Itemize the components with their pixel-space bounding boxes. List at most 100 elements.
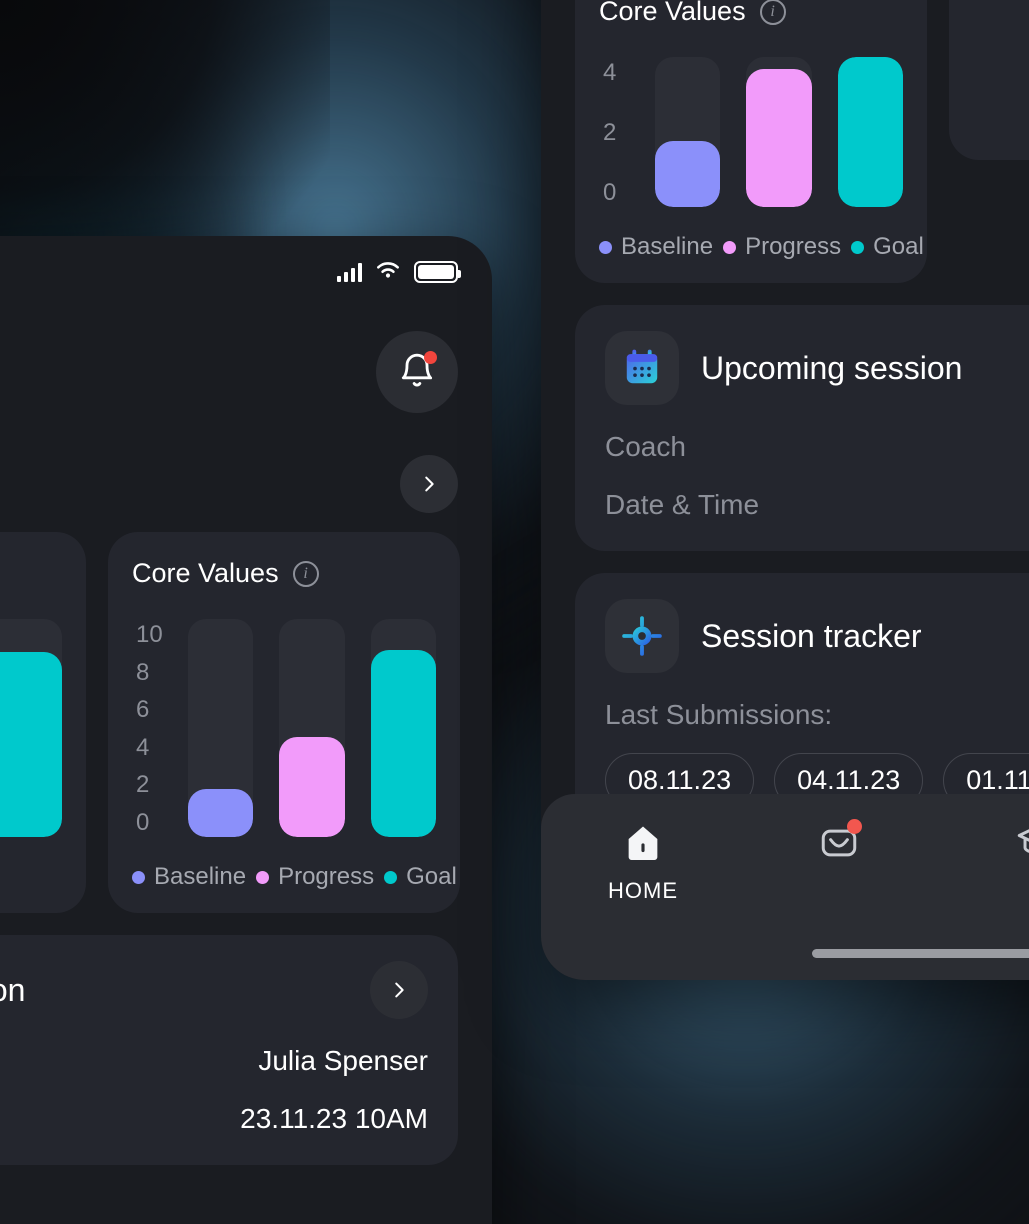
- cellular-signal-icon: [337, 262, 362, 282]
- chart-legend: Progress Goal: [0, 863, 62, 891]
- nav-item-learning[interactable]: [989, 820, 1029, 866]
- bar-goal: [837, 57, 903, 207]
- bottom-navigation-bar: HOME: [541, 794, 1029, 980]
- legend-item: Progress: [723, 233, 841, 261]
- chart-plot-area: 4 2 0: [599, 57, 903, 207]
- legend-swatch: [132, 870, 145, 884]
- legend-item: Progress: [256, 863, 374, 891]
- legend-label: Progress: [278, 863, 375, 890]
- bar-track: [746, 57, 812, 207]
- datetime-row: Date & Time 23.11.23 10AM: [0, 1103, 428, 1135]
- chevron-right-icon[interactable]: [370, 961, 428, 1019]
- coach-row: Coach Julia Spenser: [605, 431, 1029, 463]
- upcoming-session-card[interactable]: Upcoming session Coach Julia Spenser Dat…: [575, 305, 1029, 551]
- nav-unread-badge: [847, 819, 862, 834]
- app-screen-right: Core Values i 4 2 0 Baseline Progress Go…: [541, 0, 1029, 980]
- chart-plot-area: 10 8 6 4 2 0: [0, 619, 62, 837]
- chart-title: Core Values: [132, 558, 279, 588]
- nav-items: HOME: [597, 819, 1029, 904]
- bar-goal: [370, 649, 436, 837]
- notification-badge: [424, 351, 437, 364]
- legend-item: Goal: [851, 233, 924, 261]
- legend-label: Goal: [406, 863, 457, 890]
- chart-card-next-partial[interactable]: [949, 0, 1029, 160]
- graduation-cap-icon: [1014, 820, 1029, 866]
- last-submissions-label: Last Submissions:: [605, 699, 833, 730]
- legend-item: Goal: [384, 863, 457, 891]
- bar-progress: [279, 736, 345, 837]
- card-header: Session tracker: [605, 599, 1029, 673]
- chart-card-header: Insight i: [0, 558, 62, 589]
- target-icon: [605, 599, 679, 673]
- chart-legend: Baseline Progress Goal: [132, 863, 457, 891]
- legend-swatch: [599, 240, 612, 254]
- y-tick: 4: [603, 59, 617, 86]
- phone-mockup-right: Core Values i 4 2 0 Baseline Progress Go…: [541, 0, 1029, 980]
- mail-icon: [818, 819, 862, 866]
- chart-card-insight[interactable]: Insight i 10 8 6 4 2 0: [0, 532, 86, 913]
- bar-goal: [0, 651, 62, 837]
- chevron-right-icon[interactable]: [400, 455, 458, 513]
- chart-legend: Baseline Progress Goal: [599, 233, 924, 261]
- y-tick: 6: [136, 696, 150, 724]
- app-header-left: [0, 308, 492, 436]
- chart-bars: [0, 619, 62, 837]
- legend-label: Goal: [873, 233, 924, 260]
- row-key: Coach: [605, 431, 686, 462]
- chart-cards-row-right: Core Values i 4 2 0 Baseline Progress Go…: [541, 0, 1029, 283]
- chart-card-header: Core Values i: [599, 0, 903, 27]
- bar-baseline: [188, 789, 254, 837]
- row-value: 23.11.23 10AM: [240, 1103, 428, 1134]
- row-key: Date & Time: [605, 489, 760, 520]
- chart-card-core-values[interactable]: Core Values i 10 8 6 4 2 0 Baseline Prog…: [108, 532, 460, 913]
- chart-bars: [188, 619, 436, 837]
- legend-item: Baseline: [599, 233, 713, 261]
- notification-bell-button[interactable]: [376, 331, 458, 413]
- row-value: Julia Spenser: [258, 1045, 428, 1076]
- y-tick: 8: [136, 658, 150, 686]
- nav-item-messages[interactable]: [793, 819, 885, 866]
- card-header: Upcoming session: [0, 961, 428, 1019]
- datetime-row: Date & Time 23.11.23 10AM: [605, 489, 1029, 521]
- legend-label: Baseline: [154, 863, 247, 890]
- nav-item-label: HOME: [608, 878, 678, 903]
- bar-progress: [746, 69, 812, 207]
- calendar-icon: [605, 331, 679, 405]
- chart-cards-row-left: Insight i 10 8 6 4 2 0: [0, 532, 492, 913]
- legend-swatch: [384, 870, 398, 884]
- chart-title: Core Values: [599, 0, 746, 26]
- y-tick: 2: [136, 771, 150, 799]
- legend-swatch: [851, 240, 865, 254]
- phone-mockup-left: Progress tracker Insight i 10 8 6 4 2 0: [0, 236, 492, 1224]
- status-bar: [0, 236, 492, 308]
- chart-card-header: Core Values i: [132, 558, 436, 589]
- nav-item-home[interactable]: HOME: [597, 820, 689, 904]
- legend-label: Baseline: [621, 233, 714, 260]
- y-tick: 0: [136, 808, 150, 836]
- info-icon[interactable]: i: [759, 0, 786, 25]
- chart-bars: [655, 57, 903, 207]
- info-icon[interactable]: i: [292, 560, 319, 587]
- card-title: Upcoming session: [0, 971, 26, 1008]
- upcoming-session-card-left[interactable]: Upcoming session Coach Julia Spenser Dat…: [0, 935, 458, 1165]
- bar-track: [188, 619, 254, 837]
- bar-track: [655, 57, 721, 207]
- bar-baseline: [655, 141, 721, 207]
- home-indicator[interactable]: [812, 949, 1029, 958]
- bar-track: [837, 57, 903, 207]
- chart-card-core-values-right[interactable]: Core Values i 4 2 0 Baseline Progress Go…: [575, 0, 927, 283]
- card-title: Upcoming session: [701, 349, 963, 386]
- card-title: Session tracker: [701, 617, 922, 654]
- section-header-progress-tracker[interactable]: Progress tracker: [0, 436, 492, 532]
- legend-label: Progress: [745, 233, 842, 260]
- card-header: Upcoming session: [605, 331, 1029, 405]
- y-tick: 0: [603, 179, 617, 206]
- legend-item: Baseline: [132, 863, 246, 891]
- coach-row: Coach Julia Spenser: [0, 1045, 428, 1077]
- wifi-icon: [373, 259, 403, 286]
- home-icon: [622, 820, 664, 866]
- app-screen-left: Progress tracker Insight i 10 8 6 4 2 0: [0, 236, 492, 1224]
- y-axis-ticks: 4 2 0: [599, 57, 637, 207]
- chart-plot-area: 10 8 6 4 2 0: [132, 619, 436, 837]
- bar-track: [279, 619, 345, 837]
